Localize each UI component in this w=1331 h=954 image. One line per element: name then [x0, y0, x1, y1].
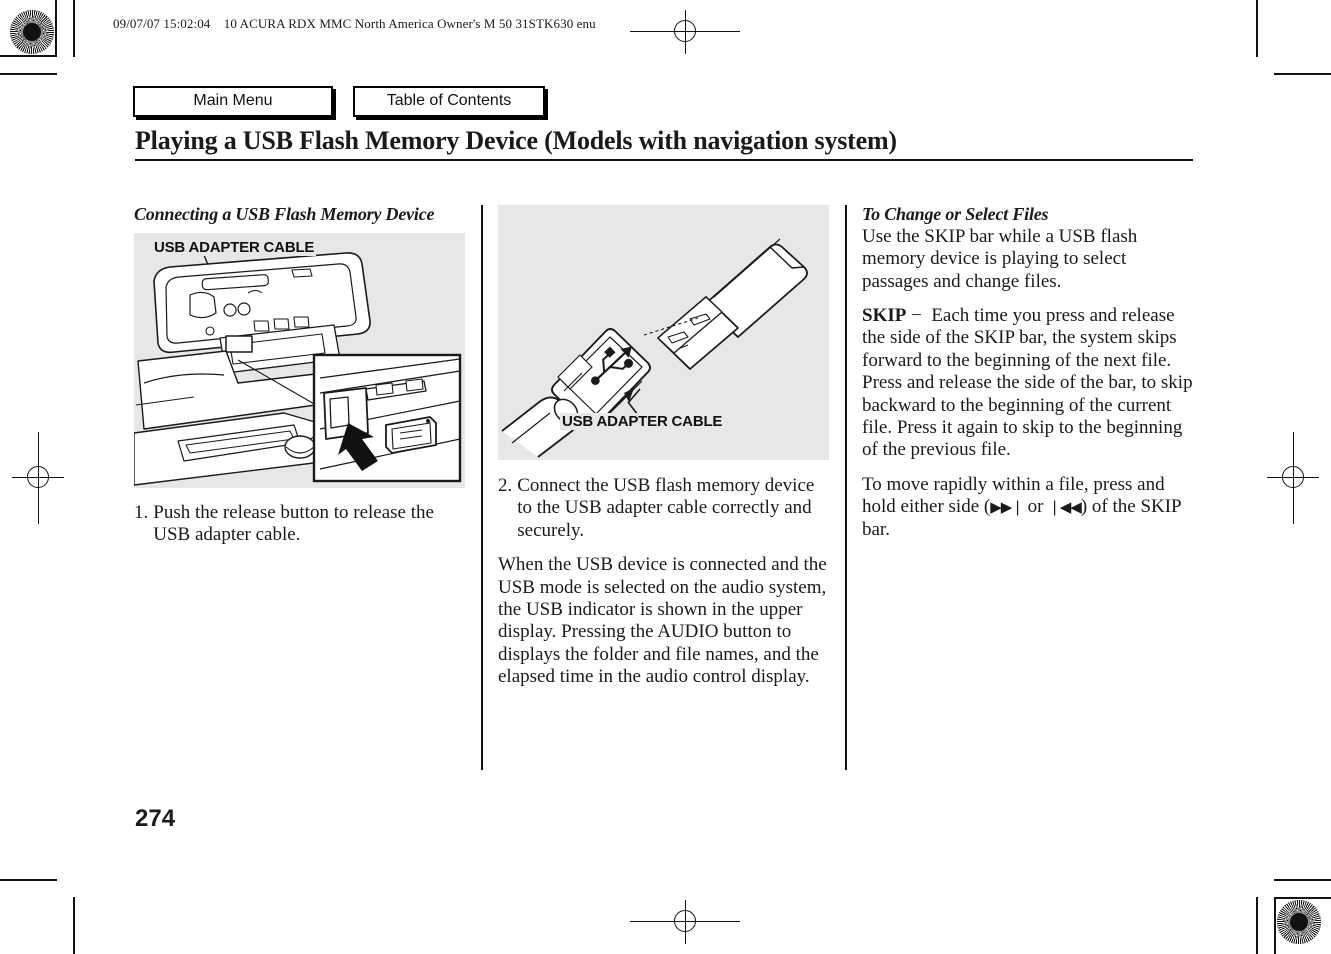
middle-step-2-text: Connect the USB flash memory device to t…: [517, 475, 815, 541]
registration-crosshair-bottom: [630, 900, 740, 944]
right-column-paragraph-1: Use the SKIP bar while a USB flash memor…: [862, 225, 1138, 292]
page-number: 274: [135, 805, 176, 832]
table-of-contents-button[interactable]: Table of Contents: [353, 86, 545, 118]
figure-console-usb-adapter: USB ADAPTER CABLE: [134, 232, 465, 488]
right-column-heading: To Change or Select Files: [862, 204, 1049, 224]
middle-step-2-number: 2.: [498, 475, 513, 496]
left-step-1: 1. Push the release button to release th…: [134, 502, 467, 547]
left-column-heading: Connecting a USB Flash Memory Device: [134, 204, 435, 224]
title-divider-rule: [135, 159, 1193, 161]
crop-mark-top-left-vertical: [55, 0, 57, 57]
middle-step-2: 2. Connect the USB flash memory device t…: [498, 475, 831, 542]
skip-forward-icon: ▶▶❘: [990, 498, 1024, 517]
crop-mark-top-right-horizontal: [1274, 73, 1331, 75]
crop-mark-top-left-horizontal: [0, 55, 57, 57]
left-step-1-number: 1.: [134, 501, 149, 523]
right-column-skip-paragraph: SKIP − Each time you press and release t…: [862, 305, 1195, 462]
skip-back-icon: ❘◀◀: [1048, 498, 1082, 517]
crop-mark-bottom-right-outer-vertical: [1256, 897, 1258, 954]
crop-mark-bottom-right-horizontal: [1274, 897, 1331, 899]
middle-column-paragraph: When the USB device is connected and the…: [498, 554, 827, 688]
crop-mark-bottom-right-vertical: [1274, 897, 1276, 954]
crop-mark-bottom-left-horizontal: [0, 879, 57, 881]
crop-mark-bottom-right-outer-horizontal: [1274, 879, 1331, 881]
registration-crosshair-top: [630, 10, 740, 54]
column-divider-left: [481, 205, 483, 770]
middle-column: USB ADAPTER CABLE 2. Connect the USB fla…: [498, 205, 831, 689]
middle-figure-caption: USB ADAPTER CABLE: [560, 413, 725, 430]
registration-crosshair-right: [1267, 432, 1319, 524]
column-divider-right: [845, 205, 847, 770]
page-title: Playing a USB Flash Memory Device (Model…: [135, 126, 897, 155]
skip-dash: −: [911, 305, 922, 327]
crop-mark-top-left-outer-vertical: [73, 0, 75, 57]
left-column: Connecting a USB Flash Memory Device USB…: [134, 204, 467, 559]
registration-crosshair-left: [12, 432, 64, 524]
registration-star-bottom-right: [1277, 900, 1321, 944]
left-figure-caption: USB ADAPTER CABLE: [152, 238, 317, 256]
crop-mark-bottom-left-vertical: [73, 897, 75, 954]
skip-keyword: SKIP: [862, 305, 907, 327]
navigation-button-bar: Main Menu Table of Contents: [133, 86, 545, 118]
main-menu-button[interactable]: Main Menu: [133, 86, 333, 118]
figure-usb-drive-adapter: USB ADAPTER CABLE: [498, 205, 829, 460]
console-illustration: [134, 251, 462, 486]
move-rapidly-or: or: [1022, 496, 1049, 518]
right-column: To Change or Select Files Use the SKIP b…: [862, 204, 1195, 541]
skip-paragraph-text: Each time you press and release the side…: [862, 305, 1193, 461]
print-header-line: 09/07/07 15:02:04 10 ACURA RDX MMC North…: [113, 16, 596, 31]
right-column-move-rapidly-paragraph: To move rapidly within a file, press and…: [862, 474, 1195, 541]
left-step-1-text: Push the release button to release the U…: [153, 501, 434, 546]
crop-mark-top-right-vertical: [1256, 0, 1258, 57]
crop-mark-top-left-outer-horizontal: [0, 73, 57, 75]
registration-star-top-left: [10, 10, 54, 54]
